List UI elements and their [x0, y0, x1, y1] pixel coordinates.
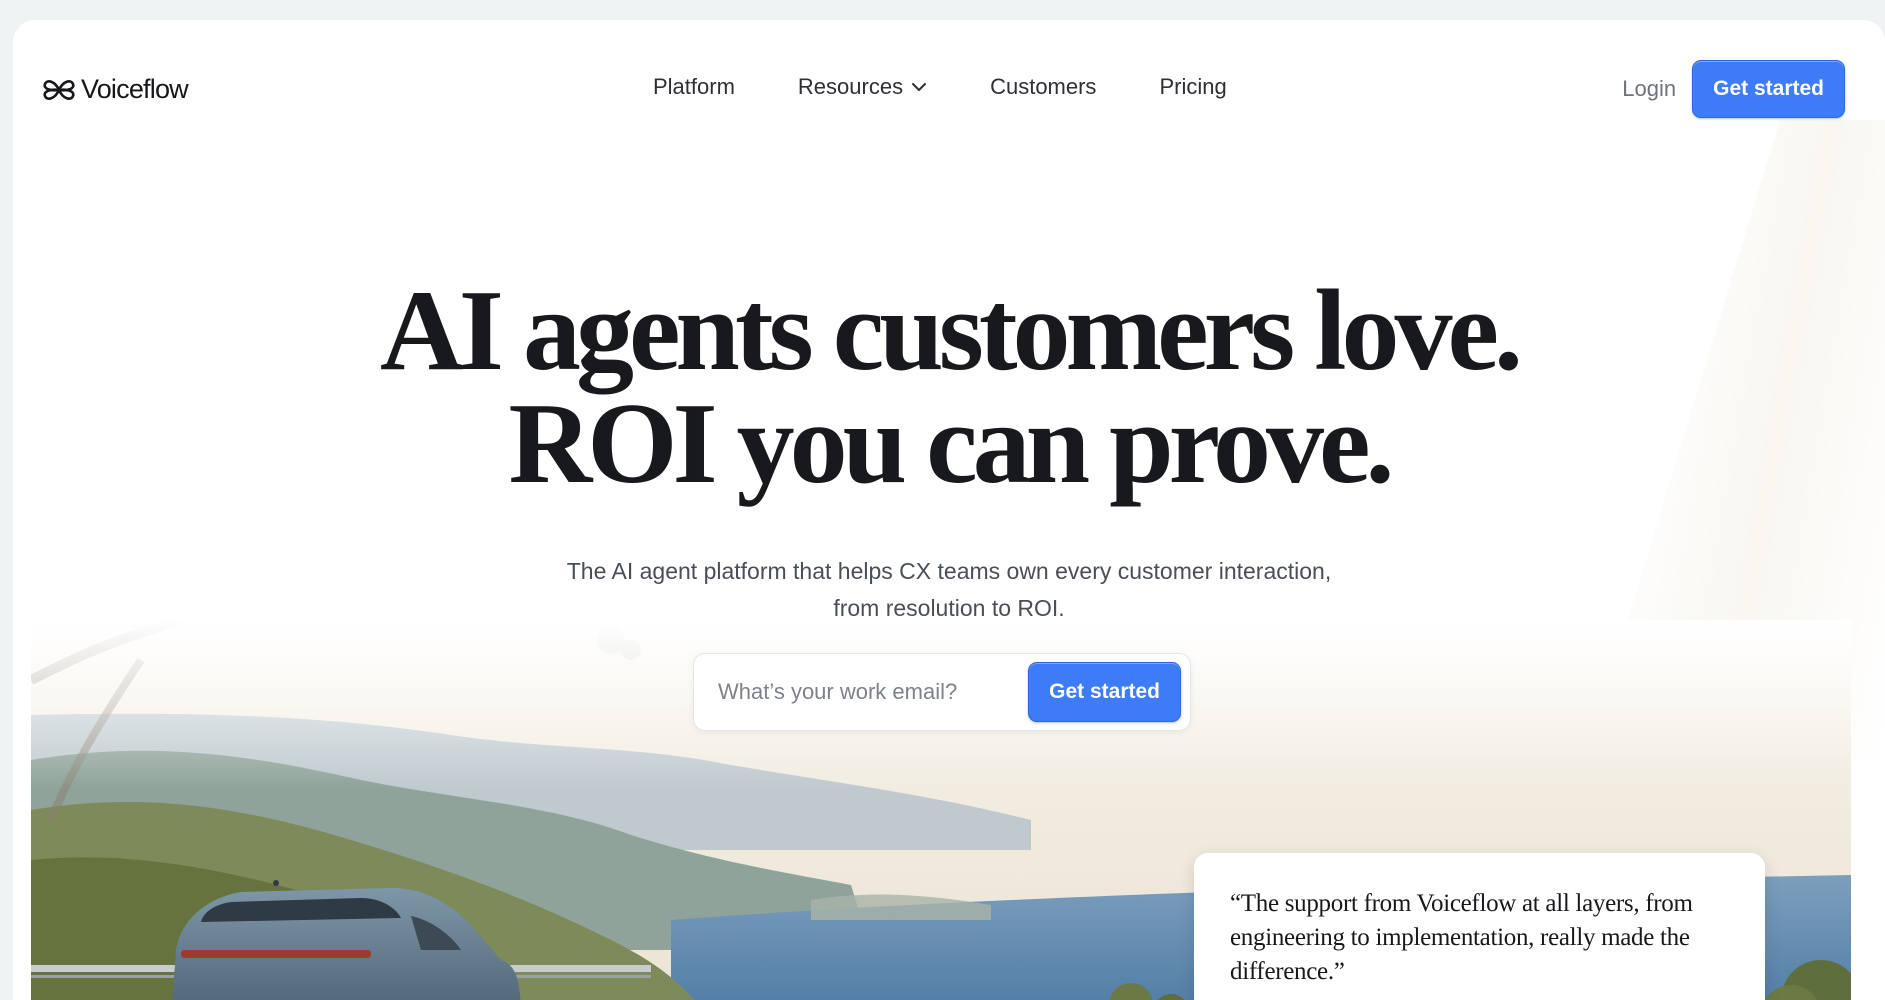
logo[interactable]: Voiceflow [41, 74, 189, 105]
work-email-input[interactable] [718, 679, 1029, 705]
hero-subtitle-line: from resolution to ROI. [833, 595, 1065, 621]
chevron-down-icon [912, 83, 927, 91]
hero-subtitle: The AI agent platform that helps CX team… [13, 553, 1885, 627]
nav-actions: Login Get started [1622, 60, 1845, 118]
nav-link-label: Pricing [1159, 74, 1227, 99]
hero-title-line: ROI you can prove. [508, 380, 1394, 508]
testimonial-quote: “The support from Voiceflow at all layer… [1230, 890, 1693, 985]
email-get-started-button[interactable]: Get started [1028, 662, 1181, 722]
hero-title: AI agents customers love. ROI you can pr… [13, 267, 1885, 508]
email-signup-form: Get started [693, 653, 1191, 731]
login-link[interactable]: Login [1622, 76, 1676, 102]
nav-link-label: Customers [990, 74, 1097, 99]
nav-link-pricing[interactable]: Pricing [1159, 74, 1226, 100]
top-navigation: Voiceflow Platform Resources Customers P… [13, 20, 1885, 150]
voiceflow-logo-icon [43, 79, 75, 100]
page-card: Voiceflow Platform Resources Customers P… [13, 20, 1885, 1000]
hero-subtitle-line: The AI agent platform that helps CX team… [566, 558, 1332, 584]
get-started-button[interactable]: Get started [1692, 60, 1845, 118]
nav-links: Platform Resources Customers Pricing [653, 74, 1290, 100]
nav-link-resources[interactable]: Resources [798, 74, 927, 100]
logo-wordmark: Voiceflow [81, 74, 189, 104]
nav-link-platform[interactable]: Platform [653, 74, 735, 100]
hero-title-line: AI agents customers love. [380, 267, 1523, 395]
testimonial-card: “The support from Voiceflow at all layer… [1194, 853, 1765, 1000]
nav-link-label: Resources [797, 74, 904, 99]
nav-link-label: Platform [653, 74, 735, 99]
nav-link-customers[interactable]: Customers [990, 74, 1096, 100]
